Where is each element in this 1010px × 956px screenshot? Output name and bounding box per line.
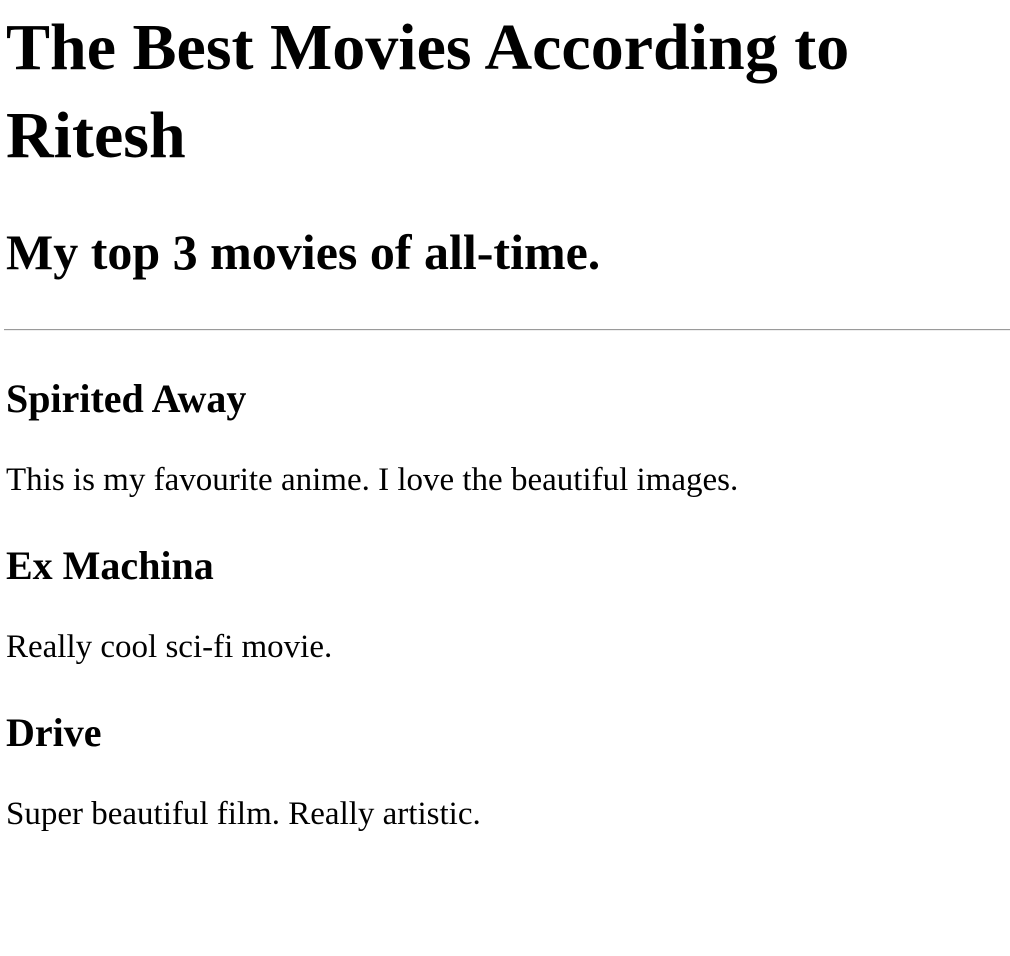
movie-item: Ex Machina Really cool sci-fi movie.	[6, 542, 1010, 667]
page-title: The Best Movies According to Ritesh	[6, 11, 850, 172]
movie-description: Really cool sci-fi movie.	[6, 629, 333, 665]
movie-title: Ex Machina	[6, 543, 214, 588]
movie-description: Super beautiful film. Really artistic.	[6, 796, 481, 832]
movie-item: Spirited Away This is my favourite anime…	[6, 375, 1010, 500]
movie-description: This is my favourite anime. I love the b…	[6, 462, 739, 498]
movie-list: Spirited Away This is my favourite anime…	[6, 375, 1010, 834]
movie-title: Spirited Away	[6, 376, 247, 421]
movie-item: Drive Super beautiful film. Really artis…	[6, 709, 1010, 834]
divider	[4, 329, 1010, 331]
movie-title: Drive	[6, 710, 102, 755]
page: The Best Movies According to Ritesh My t…	[0, 0, 1010, 834]
page-subtitle: My top 3 movies of all-time.	[6, 224, 601, 280]
